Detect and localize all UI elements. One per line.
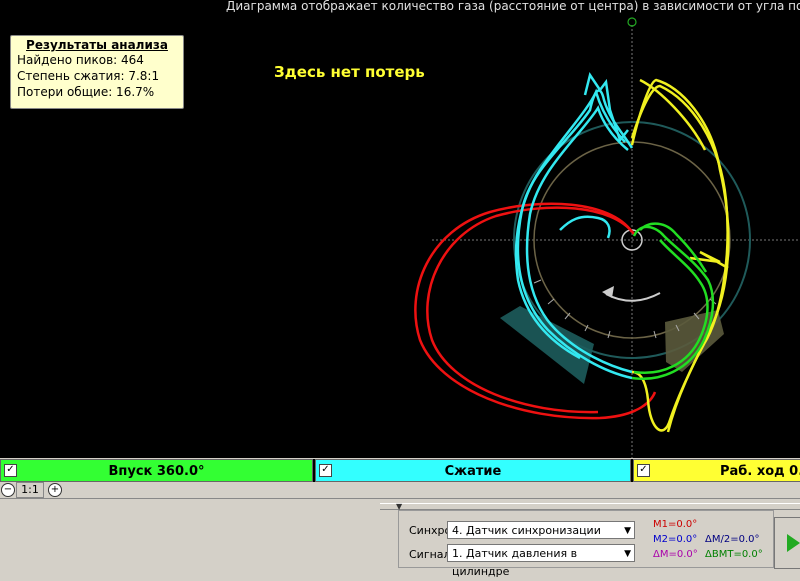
chevron-down-icon[interactable]: ▼	[624, 522, 631, 540]
phase-power-label: Раб. ход 0.0°	[720, 464, 800, 479]
marker-m2: M2=0.0°	[653, 534, 698, 545]
chevron-down-icon[interactable]: ▼	[624, 545, 631, 563]
sync-select-value: 4. Датчик синхронизации	[452, 524, 601, 537]
phase-intake[interactable]: ✓ Впуск 360.0°	[0, 459, 313, 482]
results-title: Результаты анализа	[26, 38, 168, 52]
rotation-arrow	[605, 292, 661, 302]
play-icon	[787, 534, 800, 552]
total-losses: Потери общие: 16.7%	[17, 85, 155, 99]
panel-splitter[interactable]: ▼	[380, 502, 800, 511]
phase-intake-label: Впуск 360.0°	[108, 464, 205, 479]
signal-select-value: 1. Датчик давления в цилиндре	[452, 547, 578, 578]
marker-m1: M1=0.0°	[653, 519, 698, 530]
intake-curve	[414, 202, 657, 420]
tdc-marker-icon	[627, 17, 637, 27]
sync-select[interactable]: 4. Датчик синхронизации ▼	[447, 521, 635, 539]
marker-delta-bmt: ΔBMT=0.0°	[705, 549, 763, 560]
zoom-bar: − 1:1 +	[0, 482, 800, 499]
marker-delta-m-half: ΔM/2=0.0°	[705, 534, 760, 545]
phase-power-checkbox[interactable]: ✓	[637, 464, 650, 477]
phase-compression-checkbox[interactable]: ✓	[319, 464, 332, 477]
zoom-in-icon[interactable]: +	[48, 483, 62, 497]
zoom-level: 1:1	[16, 482, 44, 498]
analysis-results-panel: Результаты анализа Найдено пиков: 464 Ст…	[10, 35, 184, 109]
rotation-arrow-head-icon	[602, 286, 614, 298]
polar-plot-area[interactable]: Диаграмма отображает количество газа (ра…	[0, 0, 800, 458]
zoom-out-icon[interactable]: −	[1, 483, 15, 497]
phase-compression-label: Сжатие	[444, 464, 502, 479]
marker-delta-m: ΔM=0.0°	[653, 549, 698, 560]
phase-power[interactable]: ✓ Раб. ход 0.0°	[633, 459, 800, 482]
signal-controls: Синхро: 4. Датчик синхронизации ▼ Сигнал…	[398, 510, 774, 578]
signal-select[interactable]: 1. Датчик давления в цилиндре ▼	[447, 544, 635, 578]
phase-intake-checkbox[interactable]: ✓	[4, 464, 17, 477]
phase-compression[interactable]: ✓ Сжатие	[315, 459, 631, 482]
bottom-panel: ▼ Синхро: 4. Датчик синхронизации ▼ Сигн…	[0, 499, 800, 578]
start-button[interactable]	[774, 517, 800, 569]
diagram-caption: Диаграмма отображает количество газа (ра…	[226, 0, 800, 13]
no-loss-label: Здесь нет потерь	[274, 63, 425, 81]
peaks-found: Найдено пиков: 464	[17, 53, 144, 67]
compression-ratio: Степень сжатия: 7.8:1	[17, 69, 160, 83]
phase-bar: ✓ Впуск 360.0° ✓ Сжатие ✓ Раб. ход 0.0°	[0, 459, 800, 482]
